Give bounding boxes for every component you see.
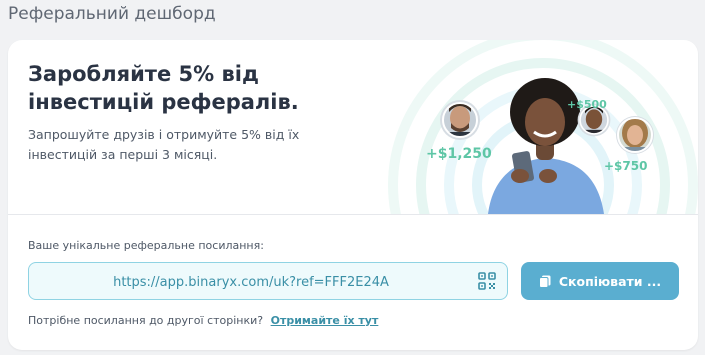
referral-link-input[interactable] (39, 263, 463, 301)
copy-glyph (538, 275, 551, 288)
qr-code-glyph (478, 272, 496, 290)
referral-link-field (28, 262, 508, 301)
hero-title-line-2: інвестицій рефералів. (28, 90, 299, 114)
copy-icon (538, 275, 551, 288)
other-page-prompt: Потрібне посилання до другої сторінки? О… (28, 314, 378, 327)
hero-title-line-1: Заробляйте 5% від (28, 62, 259, 86)
other-page-text: Потрібне посилання до другої сторінки? (28, 314, 264, 327)
hero-section: Заробляйте 5% від інвестицій рефералів. … (8, 40, 698, 215)
avatar-woman (616, 116, 654, 154)
avatar-man-1 (440, 100, 480, 140)
hero-description-line-2: інвестицій за перші 3 місяці. (28, 147, 218, 162)
copy-link-button[interactable]: Скопіювати ... (521, 262, 679, 300)
get-links-link[interactable]: Отримайте їх тут (271, 314, 379, 327)
hero-description-line-1: Запрошуйте друзів і отримуйте 5% від їх (28, 127, 300, 142)
hero-description: Запрошуйте друзів і отримуйте 5% від їх … (28, 125, 348, 165)
copy-button-label: Скопіювати ... (558, 273, 662, 289)
reward-amount-2: +$500 (567, 98, 607, 111)
page-title: Реферальний дешборд (8, 4, 216, 24)
illustration-graphic (388, 40, 698, 214)
referral-card: Заробляйте 5% від інвестицій рефералів. … (8, 40, 698, 350)
qr-code-icon[interactable] (477, 271, 497, 291)
reward-amount-3: +$750 (604, 159, 648, 173)
reward-amount-1: +$1,250 (426, 146, 492, 162)
referral-illustration: +$1,250 +$500 +$750 (358, 40, 698, 214)
referral-link-label: Ваше унікальне реферальне посилання: (28, 239, 264, 252)
hero-title: Заробляйте 5% від інвестицій рефералів. (28, 60, 358, 116)
